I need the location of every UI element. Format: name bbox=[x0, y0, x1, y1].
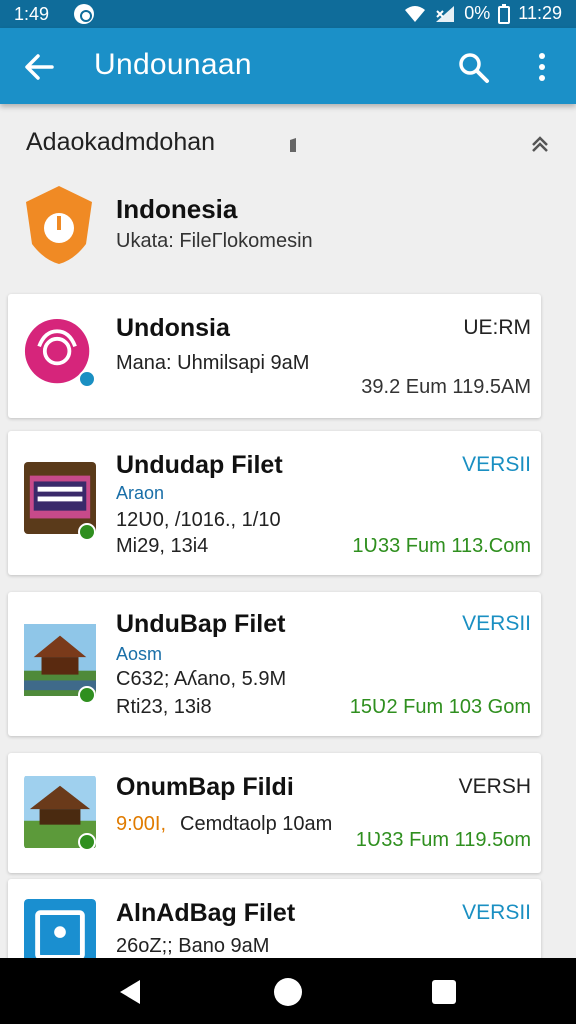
list-item[interactable]: Undonsia UE:RM Mana: Uhmilsapi 9aM 39.2 … bbox=[8, 294, 541, 418]
badge-icon bbox=[78, 370, 96, 388]
badge-icon bbox=[78, 686, 96, 704]
item-detail: Mana: Uhmilsapi 9aM bbox=[116, 352, 310, 374]
item-name: Undonsia bbox=[116, 314, 230, 342]
item-size: 39.2 Eum 119.5AM bbox=[361, 376, 531, 398]
status-bar: 1:49 0% 11:29 bbox=[0, 0, 576, 28]
item-tag: Aosm bbox=[116, 644, 163, 664]
status-time-right: 11:29 bbox=[518, 3, 562, 23]
item-version: UE:RM bbox=[463, 316, 531, 339]
wifi-icon bbox=[405, 5, 426, 22]
item-detail: 12Ʋ0, /1016., 1/10 bbox=[116, 509, 281, 531]
item-detail-2: Mi29, 13i4 bbox=[116, 535, 209, 557]
more-options-icon[interactable] bbox=[530, 50, 554, 84]
battery-percent: 0% bbox=[464, 3, 491, 23]
item-time: 9:00I, bbox=[116, 813, 167, 835]
item-version: VERSII bbox=[462, 901, 531, 924]
item-name: UnduBap Filet bbox=[116, 610, 286, 638]
featured-name: Indonesia bbox=[116, 194, 238, 224]
section-header: Adaokadmdohan bbox=[0, 112, 576, 172]
item-size: 1Ʋ33 Fum 113.Com bbox=[352, 535, 531, 557]
item-version: VERSH bbox=[458, 775, 531, 798]
list-item[interactable]: OnumBap Fildi VERSH 9:00I, Cemdtaolp 10a… bbox=[8, 753, 541, 873]
badge-icon bbox=[78, 523, 96, 541]
item-size: 15Ʋ2 Fum 103 Gom bbox=[349, 696, 531, 718]
item-detail: 26oZ;; Bano 9aM bbox=[116, 935, 270, 957]
status-time-left: 1:49 bbox=[14, 4, 50, 24]
app-bar: Undounaan bbox=[0, 28, 576, 104]
item-size: 1Ʋ33 Fum 119.5om bbox=[355, 829, 531, 851]
item-name: AlnAdBag Filet bbox=[116, 899, 296, 927]
status-right-group: 0% 11:29 bbox=[404, 3, 562, 24]
item-detail-2: Rti23, 13i8 bbox=[116, 696, 212, 718]
section-title: Adaokadmdohan bbox=[26, 128, 216, 156]
shield-app-icon bbox=[26, 186, 92, 264]
search-icon[interactable] bbox=[456, 50, 490, 84]
featured-subtitle: Ukata: FileΓlokomesin bbox=[116, 230, 313, 252]
item-detail: C632; Aʎano, 5.9M bbox=[116, 668, 287, 690]
notification-icon bbox=[74, 4, 94, 24]
nav-back-icon[interactable] bbox=[116, 978, 144, 1006]
list-item[interactable]: Undudap Filet VERSII Araon 12Ʋ0, /1016.,… bbox=[8, 431, 541, 575]
navigation-bar bbox=[0, 958, 576, 1024]
item-version: VERSII bbox=[462, 453, 531, 476]
pin-icon bbox=[290, 138, 296, 152]
item-detail: Cemdtaolp 10am bbox=[180, 813, 333, 835]
back-arrow-icon[interactable] bbox=[22, 50, 56, 84]
list-item[interactable]: UnduBap Filet VERSII Aosm C632; Aʎano, 5… bbox=[8, 592, 541, 736]
item-version: VERSII bbox=[462, 612, 531, 635]
featured-item[interactable]: Indonesia Ukata: FileΓlokomesin bbox=[0, 178, 576, 278]
item-name: Undudap Filet bbox=[116, 451, 283, 479]
battery-icon bbox=[498, 3, 511, 24]
nav-recents-icon[interactable] bbox=[432, 980, 456, 1004]
nav-home-icon[interactable] bbox=[274, 978, 302, 1006]
item-tag: Araon bbox=[116, 483, 165, 503]
collapse-icon[interactable] bbox=[528, 132, 552, 156]
badge-icon bbox=[78, 833, 96, 851]
app-title: Undounaan bbox=[94, 48, 252, 81]
signal-icon bbox=[436, 5, 455, 22]
item-name: OnumBap Fildi bbox=[116, 773, 294, 801]
